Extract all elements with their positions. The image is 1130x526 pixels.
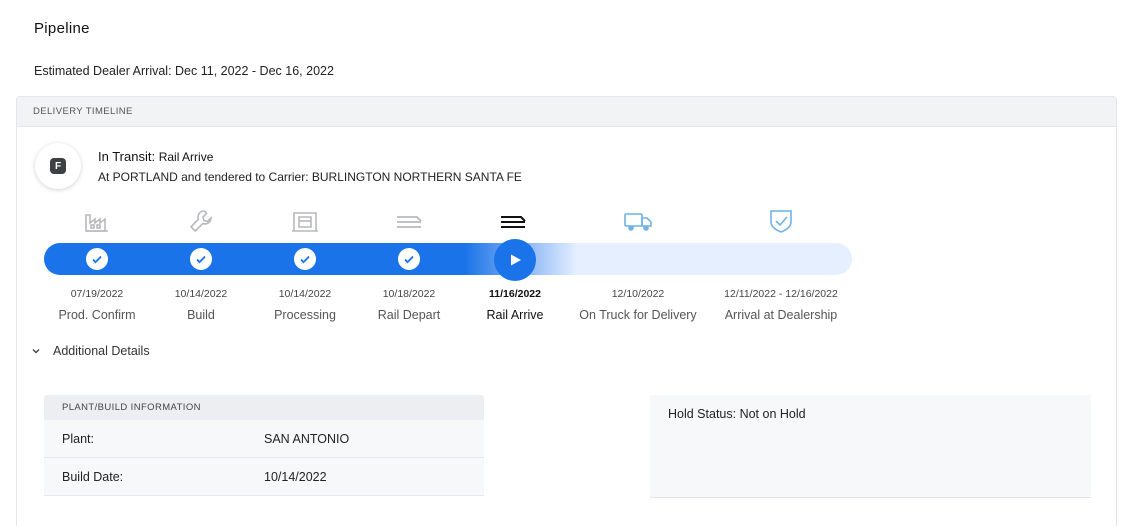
- wrench-icon: [185, 207, 217, 235]
- additional-details-label: Additional Details: [53, 344, 150, 358]
- step-complete-marker: [294, 248, 316, 270]
- checkmark-icon: [196, 255, 206, 264]
- status-badge: F: [35, 143, 81, 189]
- row-value: 10/14/2022: [264, 469, 327, 484]
- row-value: SAN ANTONIO: [264, 431, 350, 446]
- shield-check-icon: [765, 207, 797, 235]
- plant-build-header: PLANT/BUILD INFORMATION: [44, 395, 484, 420]
- checkmark-icon: [92, 255, 102, 264]
- status-label: In Transit:: [98, 149, 159, 164]
- row-key: Plant:: [62, 431, 94, 446]
- checkmark-icon: [300, 255, 310, 264]
- timeline-progress-track: [44, 243, 852, 275]
- step-complete-marker: [190, 248, 212, 270]
- status-line: In Transit: Rail Arrive: [98, 149, 213, 164]
- hold-status-text: Hold Status: Not on Hold: [668, 407, 806, 421]
- step-current-marker: [494, 239, 536, 281]
- status-letter: F: [50, 158, 66, 174]
- play-icon: [511, 254, 521, 266]
- delivery-timeline-header: DELIVERY TIMELINE: [17, 97, 1116, 127]
- status-detail: At PORTLAND and tendered to Carrier: BUR…: [98, 170, 522, 184]
- processing-icon: [289, 207, 321, 235]
- step-label: Arrival at Dealership: [724, 308, 838, 322]
- step-complete-marker: [86, 248, 108, 270]
- step-date: 12/10/2022: [611, 288, 665, 300]
- table-row: Plant: SAN ANTONIO: [44, 420, 484, 458]
- plant-build-panel: PLANT/BUILD INFORMATION Plant: SAN ANTON…: [44, 395, 484, 496]
- page-title: Pipeline: [34, 20, 90, 37]
- truck-icon: [622, 207, 654, 235]
- step-label: On Truck for Delivery: [579, 308, 697, 322]
- hold-status-panel: Hold Status: Not on Hold: [650, 395, 1091, 498]
- step-date: 12/11/2022 - 12/16/2022: [724, 288, 838, 300]
- rail-car-icon: [497, 207, 529, 235]
- checkmark-icon: [404, 255, 414, 264]
- additional-details-toggle[interactable]: Additional Details: [29, 344, 150, 358]
- status-value: Rail Arrive: [158, 150, 214, 164]
- table-row: Build Date: 10/14/2022: [44, 458, 484, 496]
- chevron-down-icon: [29, 348, 43, 354]
- delivery-timeline-card: DELIVERY TIMELINE F In Transit: Rail Arr…: [16, 96, 1117, 526]
- rail-car-icon: [393, 207, 425, 235]
- factory-icon: [81, 207, 113, 235]
- row-key: Build Date:: [62, 469, 124, 484]
- step-complete-marker: [398, 248, 420, 270]
- estimated-arrival: Estimated Dealer Arrival: Dec 11, 2022 -…: [34, 64, 334, 78]
